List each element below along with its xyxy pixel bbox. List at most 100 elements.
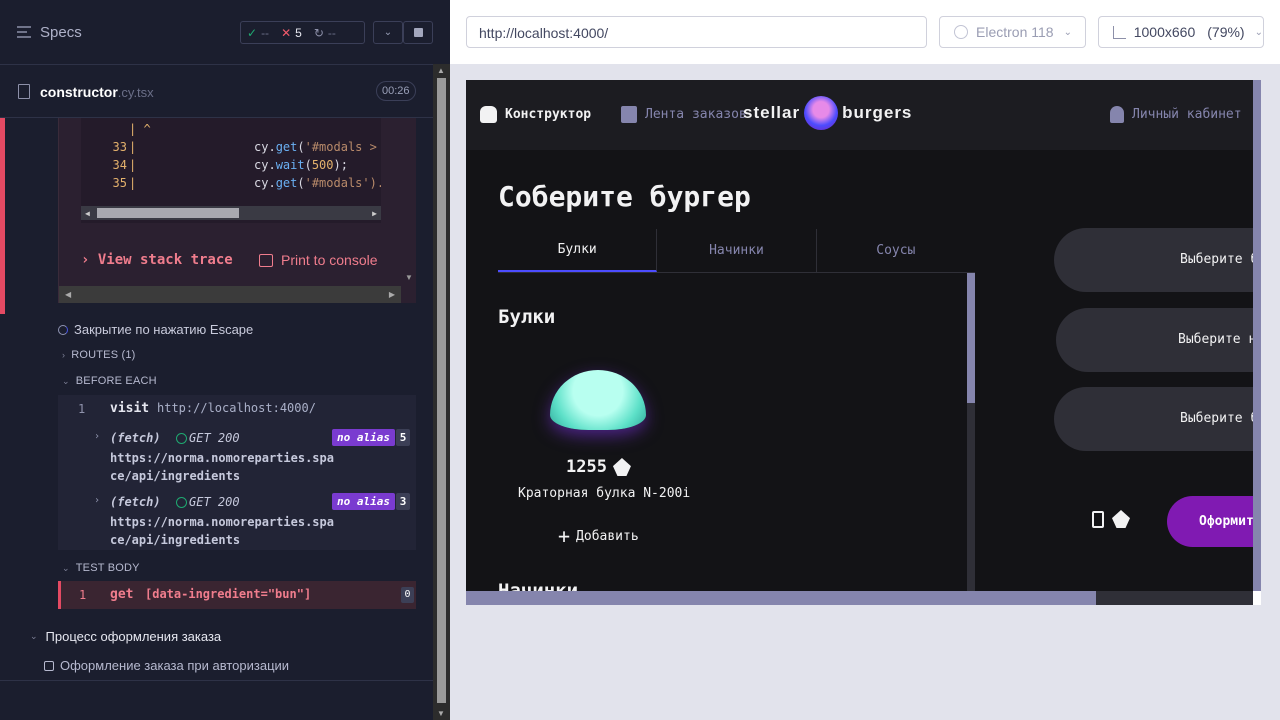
test-stats: ✓ -- ✕ 5 ↻ -- (240, 21, 365, 44)
price-value: 1255 (566, 457, 607, 477)
scroll-thumb[interactable] (437, 78, 446, 703)
add-label: Добавить (576, 528, 639, 544)
test-escape-close[interactable]: Закрытие по нажатию Escape (58, 322, 253, 337)
file-extension: .cy.tsx (117, 85, 154, 100)
fetch-log-item[interactable]: › (fetch) GET 200 https://norma.nomorepa… (94, 429, 414, 487)
ingredient-tabs: Булки Начинки Соусы (498, 229, 975, 273)
pending-test-icon (44, 660, 54, 671)
test-order-auth[interactable]: Оформление заказа при авторизации (44, 658, 289, 673)
stop-button[interactable] (403, 21, 433, 44)
scroll-down-icon[interactable]: ▼ (437, 709, 445, 718)
line-number: 34 (112, 158, 127, 172)
routes-section[interactable]: › ROUTES (1) (62, 349, 136, 361)
browser-select[interactable]: Electron 118 ⌄ (939, 16, 1086, 48)
bun-price: 1255 (566, 457, 631, 477)
scroll-right-icon[interactable]: ▶ (372, 209, 377, 218)
add-ingredient-button[interactable]: + Добавить (558, 524, 639, 548)
command-number: 1 (78, 402, 86, 416)
chevron-right-icon: › (62, 350, 66, 360)
url-bar[interactable]: http://localhost:4000/ (466, 16, 927, 48)
chevron-right-icon[interactable]: › (94, 431, 100, 442)
scroll-thumb[interactable] (466, 591, 1096, 605)
x-icon: ✕ (281, 25, 292, 40)
code-arg: '#modals'). (304, 176, 381, 190)
chevron-right-icon[interactable]: › (94, 495, 100, 506)
command-log: 1 visit http://localhost:4000/ › (fetch)… (58, 395, 416, 550)
scroll-thumb[interactable] (967, 273, 975, 403)
page-title: Соберите бургер (498, 180, 751, 213)
bun-name: Краторная булка N-200i (518, 486, 691, 501)
electron-icon (954, 25, 968, 39)
specs-menu-icon[interactable] (16, 24, 32, 40)
passed-stat: ✓ -- (241, 26, 275, 40)
place-order-button[interactable]: Оформит (1167, 496, 1261, 547)
viewport-size: 1000x660 (1133, 24, 1196, 40)
plus-icon: + (558, 524, 571, 548)
before-each-section[interactable]: ⌄ BEFORE EACH (62, 375, 157, 387)
scroll-thumb[interactable] (97, 208, 239, 218)
divider (0, 680, 433, 681)
code-horizontal-scrollbar[interactable]: ◀ ▶ (81, 206, 381, 220)
failed-count: 5 (295, 25, 302, 40)
fetch-url: https://norma.nomoreparties.space/api/in… (110, 515, 334, 547)
scroll-left-icon[interactable]: ◀ (85, 209, 90, 218)
error-horizontal-scrollbar[interactable]: ◀ ▶ (59, 286, 401, 303)
test-body-label: TEST BODY (75, 562, 140, 574)
nav-order-feed[interactable]: Лента заказов (621, 106, 747, 123)
failed-get-command[interactable]: 1 get [data-ingredient="bun"] 0 (58, 581, 416, 609)
section-title-buns: Булки (498, 306, 556, 328)
fetch-count: 3 (396, 493, 410, 510)
suite-title: Процесс оформления заказа (45, 629, 222, 644)
scroll-up-icon[interactable]: ▲ (437, 66, 445, 75)
bun-image[interactable] (550, 370, 646, 430)
tab-sauces[interactable]: Соусы (817, 229, 975, 272)
file-icon (18, 84, 30, 99)
nav-label: Конструктор (505, 107, 592, 122)
passed-count: -- (261, 25, 270, 40)
frame-vertical-scrollbar[interactable] (1253, 80, 1261, 605)
scroll-right-icon[interactable]: ▶ (389, 290, 395, 299)
visit-command[interactable]: visit (110, 401, 149, 416)
tab-fillings[interactable]: Начинки (657, 229, 817, 272)
code-fn: get (275, 176, 298, 190)
scroll-left-icon[interactable]: ◀ (65, 290, 71, 299)
error-vertical-scrollbar[interactable]: ▼ (401, 118, 417, 286)
viewport-select[interactable]: 1000x660 (79%) ⌄ (1098, 16, 1264, 48)
routes-label: ROUTES (1) (71, 349, 136, 361)
line-number: 33 (112, 140, 127, 154)
scroll-corner (1253, 591, 1261, 605)
nav-constructor[interactable]: Конструктор (480, 106, 591, 123)
test-title: Оформление заказа при авторизации (60, 658, 290, 673)
running-icon (58, 324, 68, 335)
chevron-down-icon: ⌄ (30, 631, 38, 641)
file-name: constructor (40, 84, 118, 100)
specs-label[interactable]: Specs (40, 24, 82, 41)
scroll-down-icon[interactable]: ▼ (405, 273, 413, 282)
test-body-section[interactable]: ⌄ TEST BODY (62, 562, 140, 574)
test-title: Закрытие по нажатию Escape (74, 322, 254, 337)
logo-icon (804, 96, 839, 130)
burger-icon (480, 106, 497, 123)
constructor-slot-bottom[interactable]: Выберите б (1054, 387, 1261, 451)
constructor-slot-top[interactable]: Выберите б (1054, 228, 1261, 292)
runner-vertical-scrollbar[interactable]: ▲ ▼ (433, 64, 450, 720)
spec-file-name[interactable]: constructor.cy.tsx (40, 84, 154, 100)
runner-header: Specs ✓ -- ✕ 5 ↻ -- ⌄ (0, 0, 433, 65)
print-to-console-button[interactable]: Print to console (259, 252, 378, 268)
check-icon: ✓ (247, 25, 258, 40)
view-stack-trace-button[interactable]: › View stack trace (81, 252, 233, 268)
before-each-label: BEFORE EACH (75, 375, 157, 387)
chevron-down-icon: ⌄ (62, 562, 70, 573)
stellar-burgers-logo[interactable]: stellar burgers (743, 96, 912, 130)
fetch-log-item[interactable]: › (fetch) GET 200 https://norma.nomorepa… (94, 493, 414, 551)
suite-order-process[interactable]: ⌄ Процесс оформления заказа (30, 629, 221, 644)
app-under-test-area: http://localhost:4000/ Electron 118 ⌄ 100… (450, 0, 1280, 720)
status-ok-icon (176, 433, 187, 444)
alias-badge: no alias (332, 493, 395, 510)
tab-buns[interactable]: Булки (498, 229, 658, 272)
nav-account[interactable]: Личный кабинет (1110, 106, 1242, 123)
print-to-console-label: Print to console (281, 252, 378, 268)
cypress-runner-panel: Specs ✓ -- ✕ 5 ↻ -- ⌄ constructor.cy.tsx 00… (0, 0, 450, 720)
run-options-button[interactable]: ⌄ (373, 21, 403, 44)
constructor-slot-middle[interactable]: Выберите на (1056, 308, 1261, 372)
